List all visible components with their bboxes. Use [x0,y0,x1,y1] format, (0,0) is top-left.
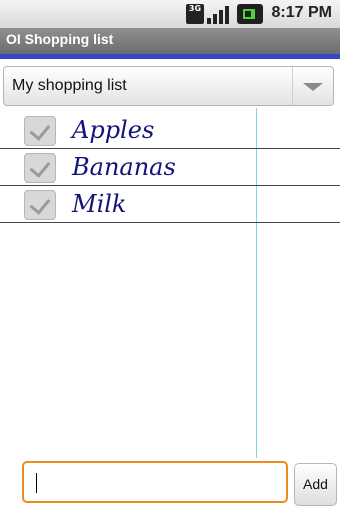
signal-icon [207,4,231,24]
item-checkbox[interactable] [24,190,56,220]
status-time: 8:17 PM [271,4,332,21]
shopping-list: Apples Bananas Milk [0,112,340,223]
add-button[interactable]: Add [294,463,337,506]
network-3g-icon: 3G [186,4,204,24]
item-checkbox[interactable] [24,153,56,183]
list-item[interactable]: Milk [0,186,340,223]
list-item[interactable]: Bananas [0,149,340,186]
item-label: Bananas [72,153,176,181]
chevron-down-icon[interactable] [292,67,333,105]
list-selector-label: My shopping list [12,77,127,94]
list-selector-dropdown[interactable]: My shopping list [3,66,334,106]
item-checkbox[interactable] [24,116,56,146]
battery-icon [237,4,263,24]
status-bar: 3G 8:17 PM [0,0,340,28]
text-cursor [36,473,37,493]
app-title: OI Shopping list [6,31,114,47]
item-label: Apples [72,116,155,144]
list-item[interactable]: Apples [0,112,340,149]
new-item-input[interactable] [22,461,288,503]
item-label: Milk [72,190,127,218]
title-bar: OI Shopping list [0,28,340,59]
